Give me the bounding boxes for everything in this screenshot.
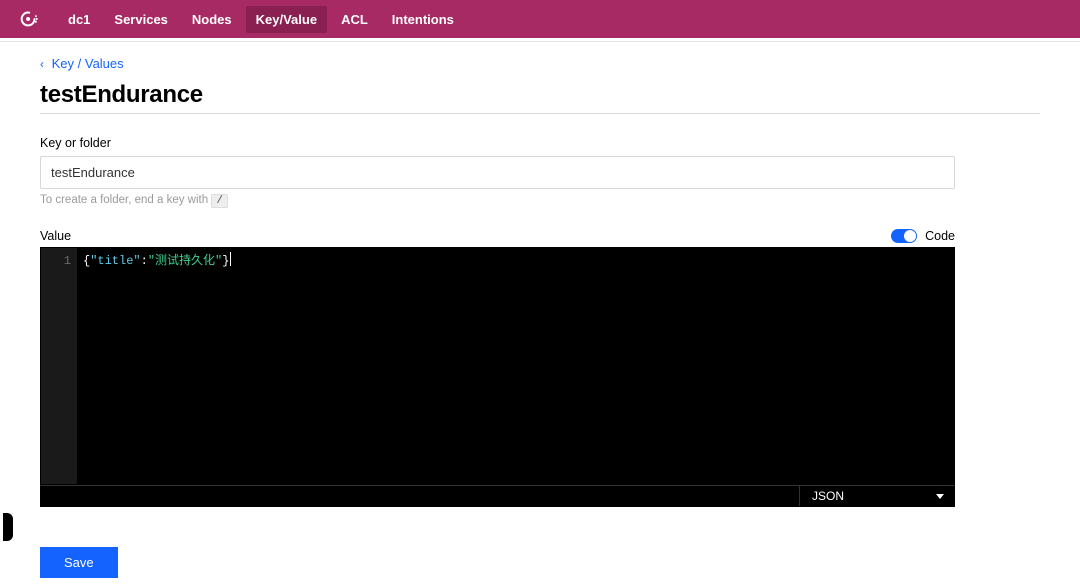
line-number: 1 <box>41 252 71 270</box>
value-editor-wrap: 1 {"title":"测试持久化"} JSON <box>40 247 955 507</box>
language-select-value: JSON <box>812 489 844 503</box>
key-hint-text: To create a folder, end a key with <box>40 194 211 206</box>
key-hint: To create a folder, end a key with / <box>40 194 1040 207</box>
code-toggle-label: Code <box>925 229 955 243</box>
nav-item-intentions[interactable]: Intentions <box>382 6 464 33</box>
page-title: testEndurance <box>40 81 1040 109</box>
code-toggle-wrap: Code <box>891 229 955 243</box>
nav-item-services[interactable]: Services <box>104 6 178 33</box>
editor-gutter: 1 <box>41 248 77 484</box>
nav-item-key-value[interactable]: Key/Value <box>246 6 327 33</box>
datacenter-selector[interactable]: dc1 <box>58 6 100 33</box>
code-editor[interactable]: 1 {"title":"测试持久化"} <box>40 247 955 485</box>
breadcrumb-back-link[interactable]: Key / Values <box>52 56 124 71</box>
nav-item-acl[interactable]: ACL <box>331 6 378 33</box>
editor-line-1: {"title":"测试持久化"} <box>83 252 231 270</box>
value-field-label: Value <box>40 229 71 243</box>
top-nav-bar: dc1 Services Nodes Key/Value ACL Intenti… <box>0 0 1080 38</box>
editor-cursor <box>230 252 231 266</box>
chevron-left-icon: ‹ <box>40 57 44 71</box>
title-rule <box>40 113 1040 114</box>
primary-nav: dc1 Services Nodes Key/Value ACL Intenti… <box>58 6 464 33</box>
key-hint-slash-key: / <box>211 194 228 208</box>
value-header-row: Value Code <box>40 229 955 243</box>
side-floater[interactable] <box>3 513 13 541</box>
status-spacer <box>41 486 799 506</box>
page-content: ‹ Key / Values testEndurance Key or fold… <box>0 42 1080 585</box>
save-button[interactable]: Save <box>40 547 118 578</box>
key-input[interactable] <box>40 156 955 189</box>
consul-logo-icon <box>18 8 40 30</box>
editor-status-bar: JSON <box>40 485 955 507</box>
language-select[interactable]: JSON <box>799 486 954 506</box>
key-field-label: Key or folder <box>40 136 1040 150</box>
breadcrumb: ‹ Key / Values <box>40 56 1040 71</box>
nav-item-nodes[interactable]: Nodes <box>182 6 242 33</box>
action-row: Save <box>40 547 1040 578</box>
caret-down-icon <box>936 494 944 499</box>
code-toggle[interactable] <box>891 229 917 243</box>
